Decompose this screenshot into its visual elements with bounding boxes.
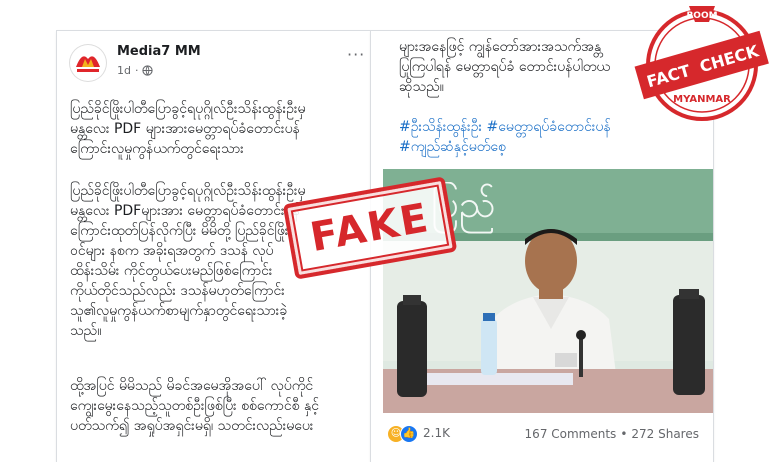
post-stats: 167 Comments • 272 Shares <box>525 427 699 441</box>
badge-myanmar-text: MYANMAR <box>673 94 731 105</box>
post-headline: ပြည်ခိုင်ဖြိုးပါတီပြောခွင့်ရပုဂ္ဂိုလ်ဦးသ… <box>70 101 306 157</box>
media7-logo <box>71 46 105 80</box>
reactions-summary[interactable]: ☺ 👍 2.1K <box>387 425 450 443</box>
reaction-icons: ☺ 👍 <box>387 425 419 443</box>
post-body-paragraph-2: ထို့အပြင် မိမိသည် မိခင်အမေအိုအပေါ် လုပ်က… <box>70 378 319 434</box>
post-meta: 1d · <box>117 64 154 77</box>
page-avatar[interactable] <box>70 45 106 81</box>
globe-icon <box>142 65 154 76</box>
more-options-button[interactable]: ··· <box>347 45 365 64</box>
badge-boom-text: BOOM <box>686 11 717 21</box>
shares-count[interactable]: 272 Shares <box>631 427 699 441</box>
post-time[interactable]: 1d <box>117 64 131 77</box>
stats-separator: • <box>620 427 628 441</box>
reaction-count: 2.1K <box>423 426 450 440</box>
meta-dot: · <box>134 64 139 77</box>
like-reaction-icon: 👍 <box>400 425 418 443</box>
comments-count[interactable]: 167 Comments <box>525 427 617 441</box>
boom-fact-check-badge: BOOM FACT CHECK MYANMAR <box>634 6 769 121</box>
page-name[interactable]: Media7 MM <box>117 44 201 59</box>
